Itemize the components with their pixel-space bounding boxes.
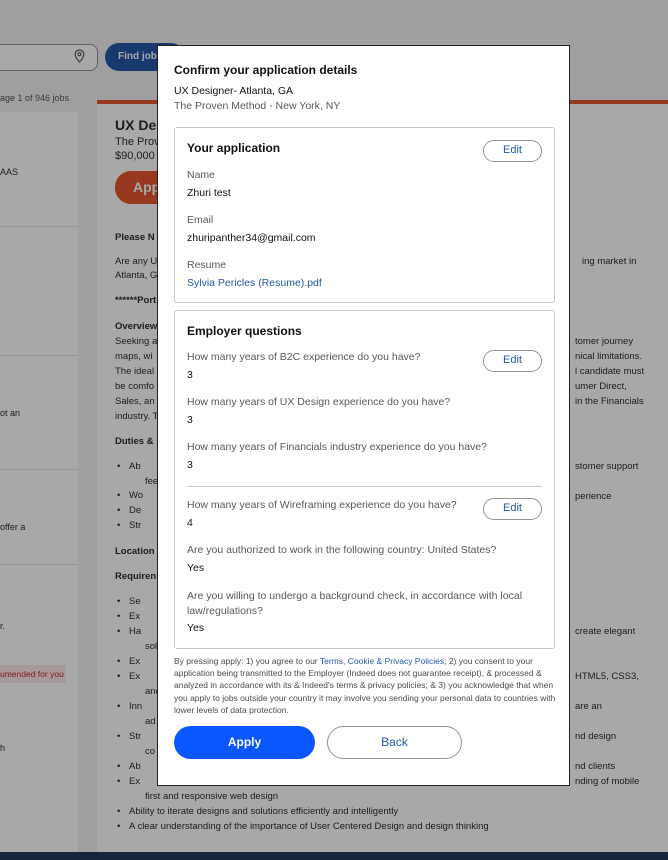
- legal-text: By pressing apply: 1) you agree to our: [174, 656, 320, 666]
- email-label: Email: [187, 214, 214, 226]
- question-answer: 3: [187, 414, 193, 426]
- question-answer: Yes: [187, 622, 205, 634]
- questions-divider: [187, 486, 542, 487]
- your-application-heading: Your application: [187, 141, 281, 155]
- resume-label: Resume: [187, 259, 227, 271]
- name-value: Zhuri test: [187, 187, 231, 199]
- job-line: UX Designer- Atlanta, GA: [174, 85, 294, 97]
- edit-questions-button[interactable]: Edit: [483, 350, 542, 372]
- question-answer: Yes: [187, 562, 205, 574]
- question-answer: 3: [187, 459, 193, 471]
- edit-application-button[interactable]: Edit: [483, 140, 542, 162]
- terms-link[interactable]: Terms, Cookie & Privacy Policies: [320, 656, 444, 666]
- dialog-title: Confirm your application details: [174, 63, 358, 77]
- question-text: Are you willing to undergo a background …: [187, 590, 523, 617]
- question-text: How many years of Wireframing experience…: [187, 499, 457, 511]
- legal-notice: By pressing apply: 1) you agree to our T…: [174, 655, 559, 716]
- question-answer: 3: [187, 369, 193, 381]
- question-text: How many years of UX Design experience d…: [187, 396, 451, 408]
- employer-questions-heading: Employer questions: [187, 324, 302, 338]
- confirm-application-dialog: Confirm your application details UX Desi…: [157, 45, 570, 786]
- resume-link[interactable]: Sylvia Pericles (Resume).pdf: [187, 277, 322, 289]
- edit-questions-button[interactable]: Edit: [483, 498, 542, 520]
- question-answer: 4: [187, 517, 193, 529]
- question-text: How many years of Financials industry ex…: [187, 441, 487, 453]
- email-value: zhuripanther34@gmail.com: [187, 232, 316, 244]
- employer-questions-card: Employer questions Edit How many years o…: [174, 310, 555, 649]
- back-button[interactable]: Back: [327, 726, 462, 759]
- question-text: Are you authorized to work in the follow…: [187, 544, 497, 556]
- name-label: Name: [187, 169, 216, 181]
- company-line: The Proven Method - New York, NY: [174, 100, 341, 112]
- question-text: How many years of B2C experience do you …: [187, 351, 421, 363]
- apply-button[interactable]: Apply: [174, 726, 315, 759]
- your-application-card: Your application Edit Name Zhuri test Em…: [174, 127, 555, 303]
